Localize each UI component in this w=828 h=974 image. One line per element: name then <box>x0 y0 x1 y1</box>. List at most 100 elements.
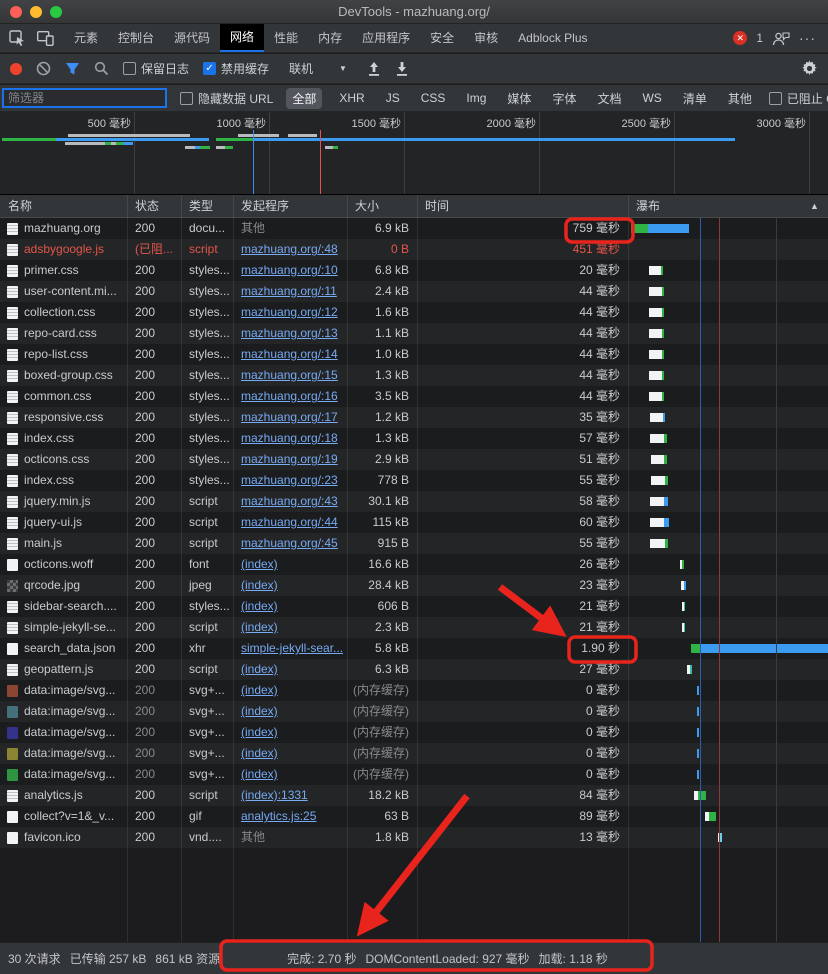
disable-cache-checkbox[interactable]: ✓ 禁用缓存 <box>203 60 269 77</box>
initiator-link[interactable]: (index) <box>241 746 278 760</box>
tab-Adblock Plus[interactable]: Adblock Plus <box>508 24 597 52</box>
blocked-cookies-checkbox-box[interactable] <box>769 92 782 105</box>
initiator-link[interactable]: mazhuang.org/:44 <box>241 515 338 529</box>
table-row[interactable]: repo-card.css200styles...mazhuang.org/:1… <box>0 323 828 344</box>
table-row[interactable]: collect?v=1&_v...200gifanalytics.js:2563… <box>0 806 828 827</box>
table-row[interactable]: index.css200styles...mazhuang.org/:23778… <box>0 470 828 491</box>
table-row[interactable]: data:image/svg...200svg+...(index)(内存缓存)… <box>0 764 828 785</box>
record-network-log-button[interactable] <box>10 63 22 75</box>
tab-安全[interactable]: 安全 <box>420 24 464 52</box>
filter-pill-字体[interactable]: 字体 <box>548 88 580 109</box>
initiator-link[interactable]: (index) <box>241 599 278 613</box>
initiator-link[interactable]: mazhuang.org/:13 <box>241 326 338 340</box>
initiator-link[interactable]: mazhuang.org/:10 <box>241 263 338 277</box>
initiator-link[interactable]: mazhuang.org/:19 <box>241 452 338 466</box>
error-count-badge[interactable]: ✕ <box>733 31 747 45</box>
table-row[interactable]: user-content.mi...200styles...mazhuang.o… <box>0 281 828 302</box>
table-row[interactable]: repo-list.css200styles...mazhuang.org/:1… <box>0 344 828 365</box>
initiator-link[interactable]: mazhuang.org/:11 <box>241 284 337 298</box>
filter-pill-清单[interactable]: 清单 <box>679 88 711 109</box>
initiator-link[interactable]: mazhuang.org/:12 <box>241 305 338 319</box>
initiator-link[interactable]: mazhuang.org/:43 <box>241 494 338 508</box>
search-icon[interactable] <box>94 61 109 76</box>
filter-pill-全部[interactable]: 全部 <box>286 88 322 109</box>
table-row[interactable]: primer.css200styles...mazhuang.org/:106.… <box>0 260 828 281</box>
initiator-link[interactable]: (index) <box>241 620 278 634</box>
filter-pill-媒体[interactable]: 媒体 <box>503 88 535 109</box>
filter-pill-JS[interactable]: JS <box>382 89 404 107</box>
initiator-link[interactable]: mazhuang.org/:18 <box>241 431 338 445</box>
filter-pill-文档[interactable]: 文档 <box>593 88 625 109</box>
table-row[interactable]: collection.css200styles...mazhuang.org/:… <box>0 302 828 323</box>
tab-内存[interactable]: 内存 <box>308 24 352 52</box>
table-row[interactable]: analytics.js200script(index):133118.2 kB… <box>0 785 828 806</box>
more-options-icon[interactable]: ··· <box>799 30 816 46</box>
table-row[interactable]: favicon.ico200vnd....其他1.8 kB13 毫秒 <box>0 827 828 848</box>
table-row[interactable]: octicons.css200styles...mazhuang.org/:19… <box>0 449 828 470</box>
disable-cache-checkbox-box[interactable]: ✓ <box>203 62 216 75</box>
filter-pill-CSS[interactable]: CSS <box>417 89 450 107</box>
column-header-5[interactable]: 大小 <box>347 195 417 218</box>
tab-应用程序[interactable]: 应用程序 <box>352 24 420 52</box>
table-row[interactable]: data:image/svg...200svg+...(index)(内存缓存)… <box>0 701 828 722</box>
table-row[interactable]: simple-jekyll-se...200script(index)2.3 k… <box>0 617 828 638</box>
initiator-link[interactable]: analytics.js:25 <box>241 809 316 823</box>
remote-devices-icon[interactable] <box>772 29 790 47</box>
initiator-link[interactable]: mazhuang.org/:48 <box>241 242 338 256</box>
table-row[interactable]: data:image/svg...200svg+...(index)(内存缓存)… <box>0 680 828 701</box>
network-overview-timeline[interactable]: 500 毫秒1000 毫秒1500 毫秒2000 毫秒2500 毫秒3000 毫… <box>0 112 828 195</box>
initiator-link[interactable]: (index) <box>241 557 278 571</box>
blocked-cookies-checkbox[interactable]: 已阻止 Cookie <box>769 90 828 107</box>
column-header-7[interactable]: 瀑布 <box>628 195 828 218</box>
initiator-link[interactable]: (index) <box>241 767 278 781</box>
export-har-icon[interactable] <box>395 61 409 77</box>
initiator-link[interactable]: (index) <box>241 725 278 739</box>
initiator-link[interactable]: mazhuang.org/:17 <box>241 410 338 424</box>
table-row[interactable]: jquery-ui.js200scriptmazhuang.org/:44115… <box>0 512 828 533</box>
inspect-element-icon[interactable] <box>8 29 26 47</box>
clear-network-log-icon[interactable] <box>36 61 51 76</box>
initiator-link[interactable]: mazhuang.org/:45 <box>241 536 338 550</box>
initiator-link[interactable]: (index) <box>241 704 278 718</box>
initiator-link[interactable]: (index):1331 <box>241 788 308 802</box>
initiator-link[interactable]: mazhuang.org/:23 <box>241 473 338 487</box>
throttling-select[interactable]: 联机 ▼ <box>283 58 353 79</box>
device-toolbar-icon[interactable] <box>36 29 54 47</box>
table-row[interactable]: responsive.css200styles...mazhuang.org/:… <box>0 407 828 428</box>
table-row[interactable]: data:image/svg...200svg+...(index)(内存缓存)… <box>0 743 828 764</box>
table-row[interactable]: mazhuang.org200docu...其他6.9 kB759 毫秒 <box>0 218 828 239</box>
sort-direction-icon[interactable]: ▲ <box>810 195 819 218</box>
column-header-3[interactable]: 类型 <box>181 195 233 218</box>
table-row[interactable]: qrcode.jpg200jpeg(index)28.4 kB23 毫秒 <box>0 575 828 596</box>
table-row[interactable]: search_data.json200xhrsimple-jekyll-sear… <box>0 638 828 659</box>
tab-审核[interactable]: 审核 <box>464 24 508 52</box>
table-row[interactable]: index.css200styles...mazhuang.org/:181.3… <box>0 428 828 449</box>
tab-源代码[interactable]: 源代码 <box>164 24 220 52</box>
initiator-link[interactable]: (index) <box>241 662 278 676</box>
table-row[interactable]: adsbygoogle.js(已阻...scriptmazhuang.org/:… <box>0 239 828 260</box>
table-row[interactable]: data:image/svg...200svg+...(index)(内存缓存)… <box>0 722 828 743</box>
tab-元素[interactable]: 元素 <box>64 24 108 52</box>
column-header-1[interactable]: 名称 <box>0 195 127 218</box>
initiator-link[interactable]: (index) <box>241 578 278 592</box>
import-har-icon[interactable] <box>367 61 381 77</box>
initiator-link[interactable]: simple-jekyll-sear... <box>241 641 343 655</box>
hide-data-url-checkbox[interactable]: 隐藏数据 URL <box>180 90 273 107</box>
hide-data-url-checkbox-box[interactable] <box>180 92 193 105</box>
table-row[interactable]: octicons.woff200font(index)16.6 kB26 毫秒 <box>0 554 828 575</box>
preserve-log-checkbox[interactable]: 保留日志 <box>123 60 189 77</box>
initiator-link[interactable]: mazhuang.org/:16 <box>241 389 338 403</box>
initiator-link[interactable]: mazhuang.org/:14 <box>241 347 338 361</box>
tab-控制台[interactable]: 控制台 <box>108 24 164 52</box>
filter-pill-WS[interactable]: WS <box>638 89 665 107</box>
tab-性能[interactable]: 性能 <box>264 24 308 52</box>
filter-pill-其他[interactable]: 其他 <box>724 88 756 109</box>
filter-icon[interactable] <box>65 62 80 76</box>
table-row[interactable]: boxed-group.css200styles...mazhuang.org/… <box>0 365 828 386</box>
table-row[interactable]: sidebar-search....200styles...(index)606… <box>0 596 828 617</box>
preserve-log-checkbox-box[interactable] <box>123 62 136 75</box>
table-row[interactable]: geopattern.js200script(index)6.3 kB27 毫秒 <box>0 659 828 680</box>
initiator-link[interactable]: mazhuang.org/:15 <box>241 368 338 382</box>
settings-gear-icon[interactable] <box>801 60 818 77</box>
column-header-4[interactable]: 发起程序 <box>233 195 347 218</box>
